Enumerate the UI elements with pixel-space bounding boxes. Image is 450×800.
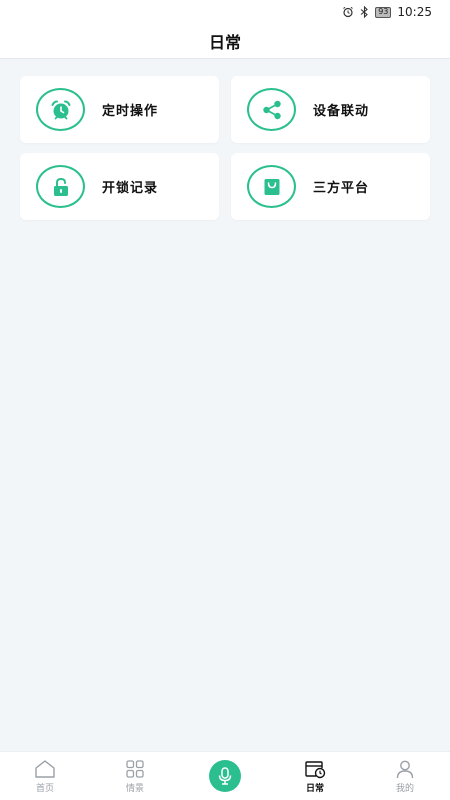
feature-grid: 定时操作 设备联动 开锁记录 三方平台 bbox=[20, 76, 431, 220]
voice-button[interactable] bbox=[180, 760, 270, 792]
battery-level: 93 bbox=[378, 7, 389, 16]
card-device-linkage[interactable]: 设备联动 bbox=[231, 76, 430, 143]
alarm-icon bbox=[343, 6, 354, 18]
bottom-tab-bar: 首页 情景 日常 我的 bbox=[0, 751, 450, 800]
tab-label: 首页 bbox=[35, 783, 54, 794]
tab-label: 情景 bbox=[125, 783, 144, 794]
microphone-icon bbox=[209, 760, 241, 792]
tab-mine[interactable]: 我的 bbox=[360, 759, 450, 794]
card-unlock-records[interactable]: 开锁记录 bbox=[20, 153, 219, 220]
tab-label: 日常 bbox=[305, 783, 324, 794]
shopping-bag-icon bbox=[247, 165, 296, 208]
calendar-clock-icon bbox=[305, 760, 326, 778]
card-label: 定时操作 bbox=[102, 104, 159, 119]
card-third-party-platform[interactable]: 三方平台 bbox=[231, 153, 430, 220]
tab-label: 我的 bbox=[395, 783, 414, 794]
unlock-icon bbox=[36, 165, 85, 208]
card-label: 开锁记录 bbox=[102, 181, 159, 196]
card-label: 三方平台 bbox=[313, 181, 370, 196]
tab-scenes[interactable]: 情景 bbox=[90, 759, 180, 794]
status-time: 10:25 bbox=[397, 5, 432, 19]
page-header: 日常 bbox=[0, 24, 450, 59]
page-title: 日常 bbox=[208, 33, 241, 52]
card-label: 设备联动 bbox=[313, 104, 370, 119]
battery-icon: 93 bbox=[375, 6, 392, 18]
card-timed-operation[interactable]: 定时操作 bbox=[20, 76, 219, 143]
alarm-clock-icon bbox=[36, 88, 85, 131]
tab-daily[interactable]: 日常 bbox=[270, 759, 360, 794]
grid-icon bbox=[126, 759, 144, 778]
bluetooth-icon bbox=[360, 6, 369, 18]
share-icon bbox=[247, 88, 296, 131]
user-icon bbox=[396, 760, 414, 778]
tab-home[interactable]: 首页 bbox=[0, 759, 90, 794]
home-icon bbox=[35, 759, 55, 778]
status-bar: 93 10:25 bbox=[0, 0, 450, 24]
